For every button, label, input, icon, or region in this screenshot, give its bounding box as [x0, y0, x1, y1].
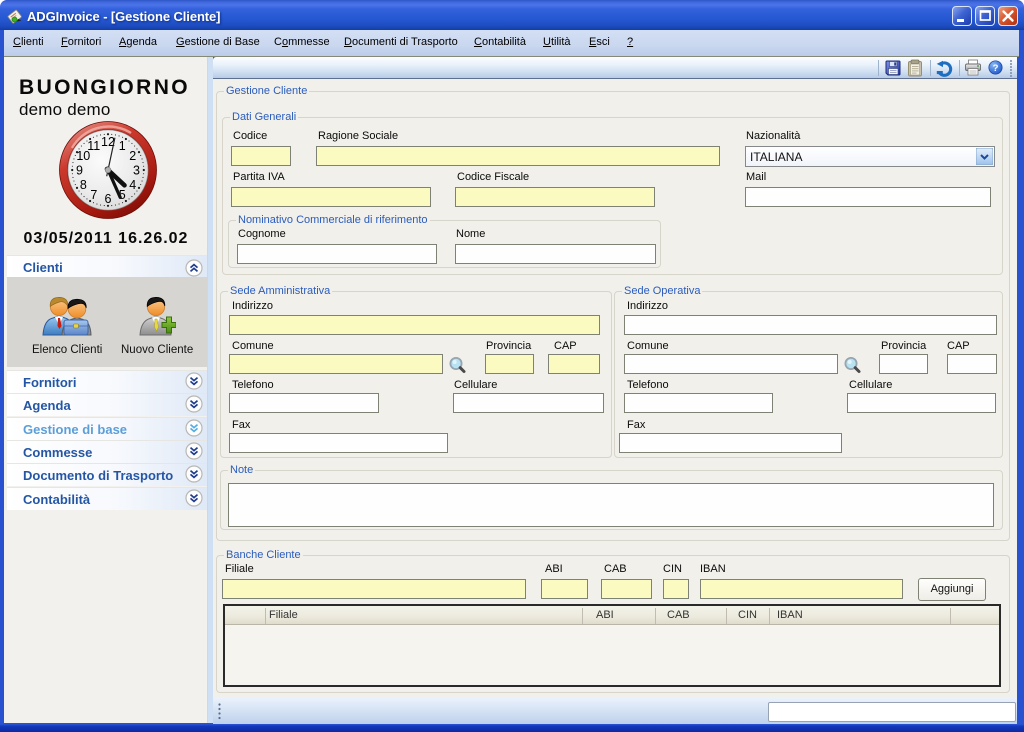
svg-text:11: 11	[87, 139, 100, 153]
svg-text:6: 6	[105, 192, 112, 206]
svg-text:3: 3	[133, 164, 140, 178]
svg-text:1: 1	[119, 139, 126, 153]
svg-text:?: ?	[993, 63, 999, 74]
svg-text:4: 4	[129, 178, 136, 192]
svg-text:9: 9	[76, 164, 83, 178]
svg-text:7: 7	[90, 188, 97, 202]
svg-text:8: 8	[80, 178, 87, 192]
svg-text:2: 2	[129, 149, 136, 163]
